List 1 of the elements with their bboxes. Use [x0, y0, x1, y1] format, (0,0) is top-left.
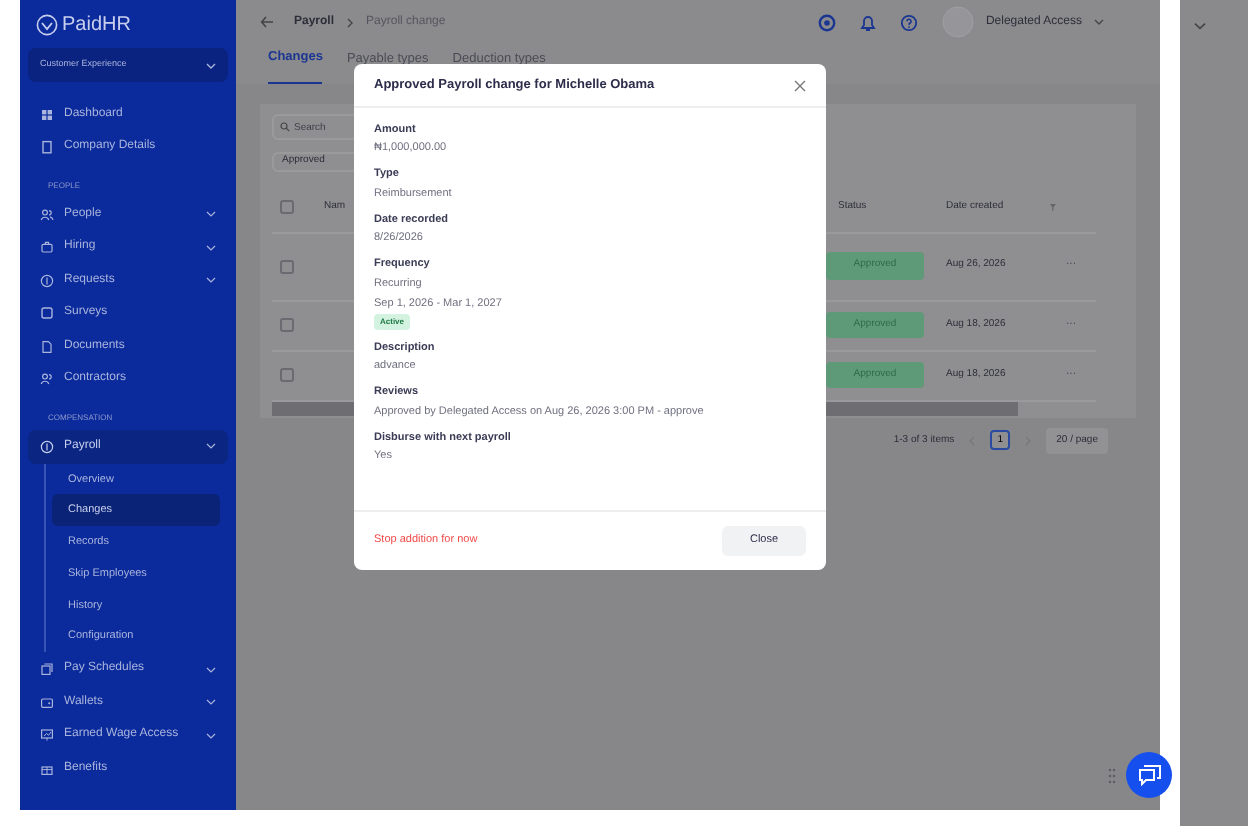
brand-name: PaidHR	[62, 12, 131, 40]
